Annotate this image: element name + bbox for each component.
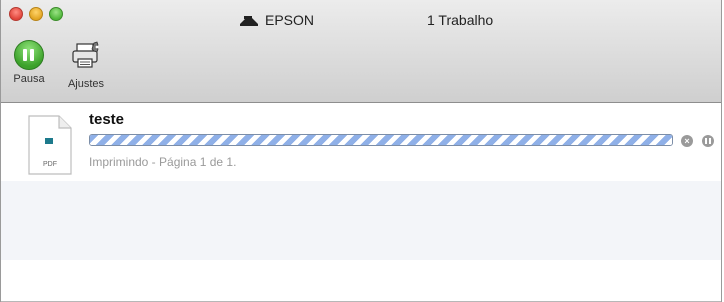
pdf-document-icon: PDF (28, 115, 72, 175)
pause-icon (14, 40, 44, 70)
cancel-icon: × (684, 136, 690, 146)
cancel-job-button[interactable]: × (681, 135, 693, 147)
zoom-button[interactable] (49, 7, 63, 21)
printer-settings-icon (72, 41, 99, 68)
settings-label: Ajustes (67, 78, 105, 90)
file-type-label: PDF (43, 161, 57, 168)
job-name: teste (89, 111, 125, 128)
minimize-button[interactable] (29, 7, 43, 21)
progress-fill (90, 135, 672, 145)
pause-button[interactable]: Pausa (6, 40, 52, 100)
job-count: 1 Trabalho (427, 12, 494, 28)
progress-bar (89, 134, 673, 146)
title-toolbar: EPSON 1 Trabalho Pausa Ajustes (1, 0, 721, 103)
settings-button[interactable]: Ajustes (63, 40, 109, 100)
close-icon (10, 8, 22, 20)
hold-icon (705, 138, 711, 144)
printer-name: EPSON (265, 12, 315, 28)
printer-icon (240, 15, 258, 26)
empty-job-row (1, 181, 721, 260)
close-button[interactable] (9, 7, 23, 21)
hold-job-button[interactable] (702, 135, 714, 147)
minimize-icon (30, 8, 42, 20)
print-queue-window: EPSON 1 Trabalho Pausa Ajustes PDF teste… (0, 0, 722, 302)
zoom-icon (50, 8, 62, 20)
job-status: Imprimindo - Página 1 de 1. (89, 155, 237, 169)
pause-label: Pausa (13, 73, 45, 85)
window-title: EPSON (239, 12, 314, 28)
